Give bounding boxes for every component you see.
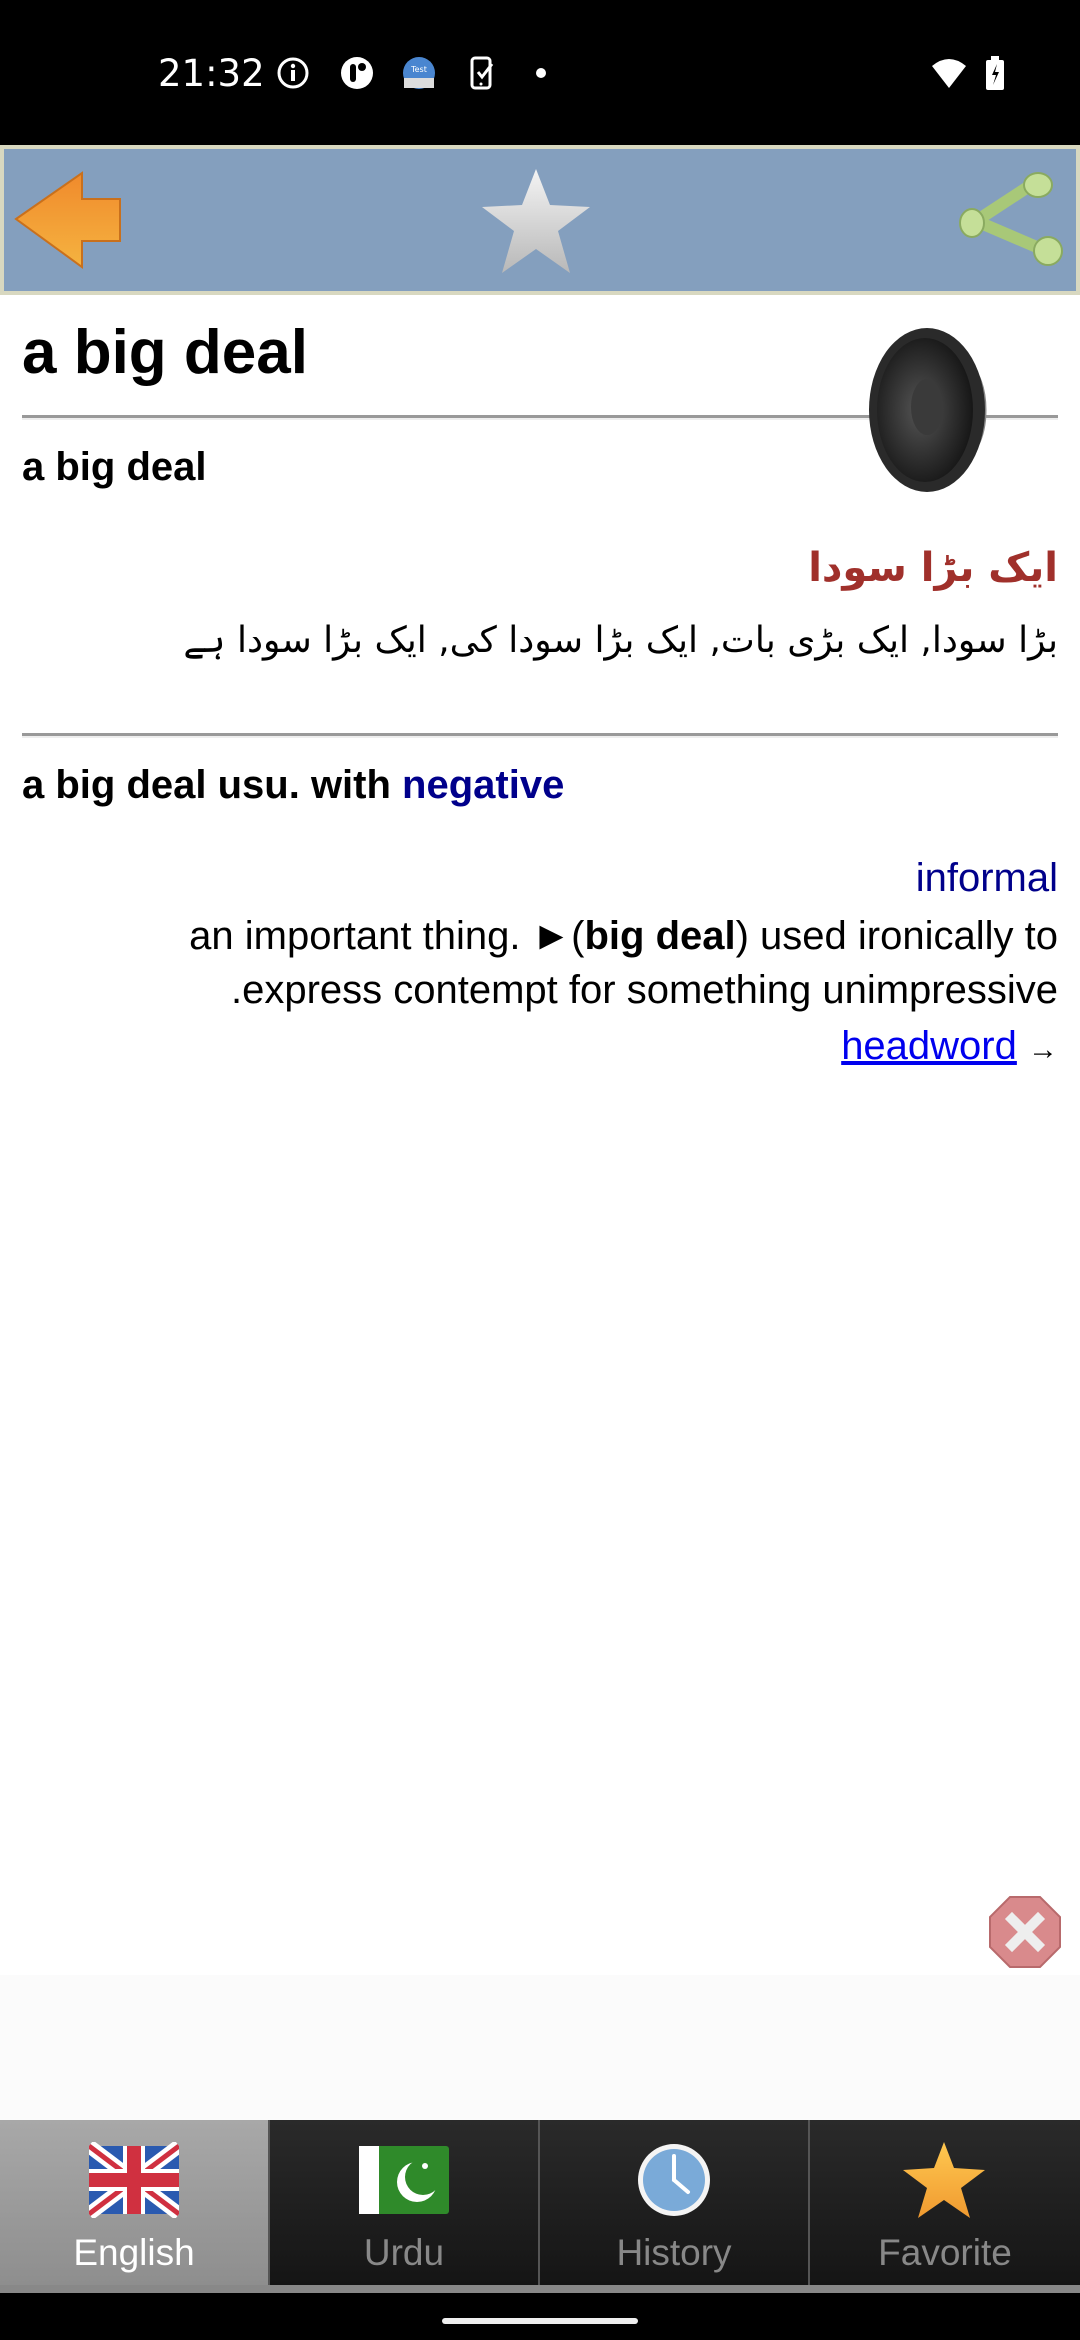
tab-favorite[interactable]: Favorite (810, 2120, 1080, 2285)
ad-area (0, 1975, 1080, 2120)
phone-check-icon (470, 56, 494, 90)
clock-time: 21:32 (158, 52, 265, 95)
favorite-star-button[interactable] (478, 165, 594, 277)
back-arrow-icon[interactable] (12, 171, 122, 271)
definition-line-1: an important thing. ►(big deal) used iro… (189, 909, 1058, 963)
tab-bar-border (0, 2285, 1080, 2293)
headword-link-row: headword → (841, 1019, 1058, 1077)
headword-title: a big deal (22, 318, 308, 387)
toolbar (0, 145, 1080, 295)
tab-urdu[interactable]: Urdu (270, 2120, 540, 2285)
tab-label: Urdu (363, 2232, 445, 2273)
star-icon (903, 2142, 985, 2218)
wifi-icon (932, 59, 966, 88)
phrase-usage-text: a big deal usu. with (22, 763, 403, 807)
arrow-right-icon: → (1028, 1033, 1058, 1066)
tab-label: History (616, 2232, 732, 2273)
bottom-tab-bar: English Urdu History Favorite (0, 2120, 1080, 2290)
tab-label: English (73, 2232, 195, 2273)
usage-highlight: negative (402, 763, 565, 807)
definition-text: ) used ironically to (735, 914, 1058, 958)
share-icon[interactable] (954, 171, 1064, 271)
battery-charging-icon (986, 56, 1004, 90)
tab-history[interactable]: History (540, 2120, 810, 2285)
urdu-title: ایک بڑا سودا (808, 545, 1058, 591)
divider (22, 733, 1058, 738)
home-gesture-handle[interactable] (442, 2318, 638, 2324)
definition-text: an important thing. ►( (189, 914, 585, 958)
test-app-icon: Test (403, 57, 435, 89)
definition-bold: big deal (584, 914, 736, 958)
speaker-icon[interactable] (865, 325, 1015, 495)
dot-icon (536, 68, 546, 78)
phrase-label: a big deal (22, 445, 207, 489)
tab-english[interactable]: English (0, 2120, 270, 2285)
status-bar: 21:32 Test (0, 0, 1080, 145)
phrase-usage: a big deal usu. with negative (22, 763, 564, 808)
clock-icon (638, 2144, 710, 2216)
register-label: informal (916, 851, 1058, 905)
svg-text:Test: Test (410, 65, 427, 74)
close-ad-button[interactable] (988, 1895, 1062, 1969)
toolbar-background (4, 149, 1076, 291)
navigation-bar (0, 2293, 1080, 2340)
pakistan-flag-icon (359, 2146, 449, 2214)
tab-label: Favorite (878, 2232, 1012, 2273)
uk-flag-icon (89, 2142, 179, 2218)
headword-link[interactable]: headword (841, 1024, 1017, 1068)
urdu-meanings: بڑا سودا, ایک بڑی بات, ایک بڑا سودا کی, … (183, 620, 1058, 661)
register-text: informal (915, 856, 1058, 900)
app-icon (341, 57, 373, 89)
definition-line-2: .express contempt for something unimpres… (230, 968, 1058, 1012)
info-icon (277, 57, 309, 89)
